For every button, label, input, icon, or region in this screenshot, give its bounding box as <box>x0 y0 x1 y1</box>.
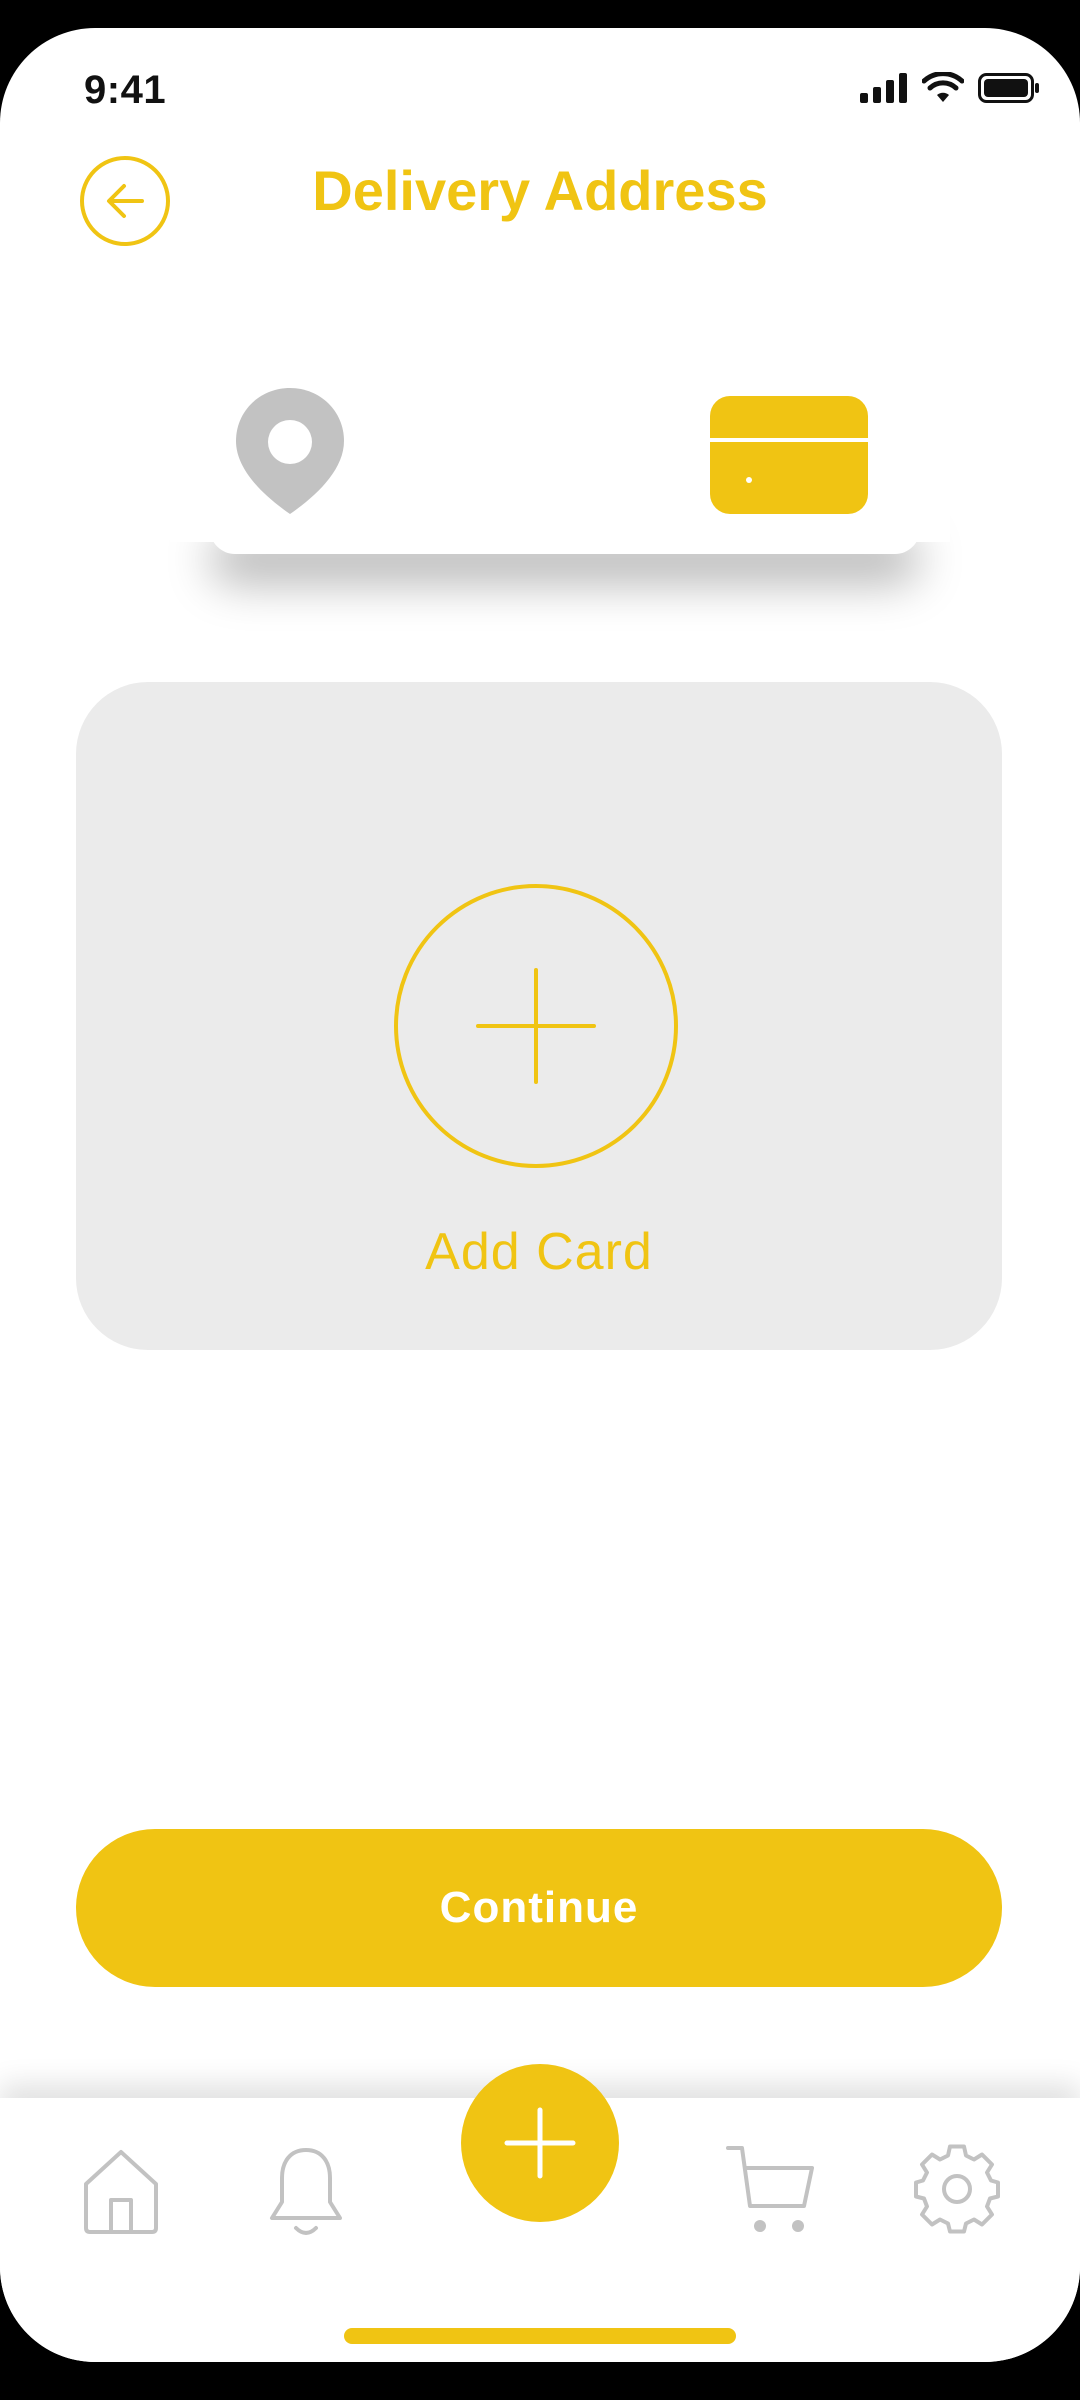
tab-cart[interactable] <box>724 2142 818 2243</box>
step-payment-tab[interactable] <box>710 396 868 514</box>
status-time: 9:41 <box>84 68 167 112</box>
plus-icon <box>476 968 596 1084</box>
phone-screen: 9:41 Delivery Address Add Card Continue <box>0 28 1080 2362</box>
plus-icon <box>504 2107 576 2179</box>
home-indicator[interactable] <box>344 2328 736 2344</box>
add-fab-button[interactable] <box>461 2064 619 2222</box>
page-title: Delivery Address <box>312 159 768 222</box>
tab-notifications[interactable] <box>268 2144 344 2245</box>
continue-button[interactable]: Continue <box>76 1829 1002 1987</box>
status-icons <box>860 72 1040 104</box>
bell-icon <box>270 2148 342 2235</box>
tab-home[interactable] <box>80 2146 162 2241</box>
gear-icon <box>914 2144 1000 2234</box>
add-card-label: Add Card <box>425 1223 653 1281</box>
cart-icon <box>726 2146 814 2232</box>
credit-card-icon <box>710 396 868 514</box>
step-location-tab[interactable] <box>234 386 346 516</box>
home-icon <box>84 2150 158 2234</box>
add-card-panel[interactable]: Add Card <box>76 682 1002 1350</box>
signal-icon <box>860 73 907 103</box>
battery-icon <box>978 73 1039 103</box>
location-pin-icon <box>236 388 344 514</box>
tab-settings[interactable] <box>912 2144 1002 2239</box>
step-selector <box>170 328 950 542</box>
add-card-button[interactable] <box>394 884 678 1168</box>
wifi-icon <box>922 72 964 102</box>
